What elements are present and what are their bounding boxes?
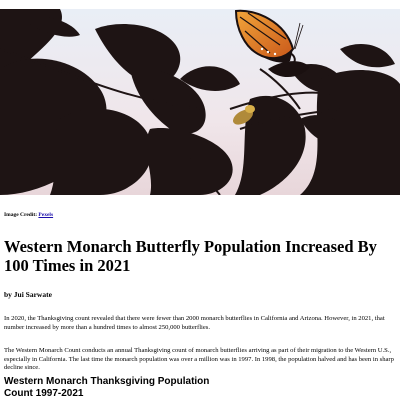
hero-image [0, 9, 400, 195]
pexels-link[interactable]: Pexels [38, 212, 53, 218]
article-paragraph-2: The Western Monarch Count conducts an an… [4, 347, 394, 372]
chart-section-title: Western Monarch Thanksgiving Population … [4, 376, 244, 400]
article-paragraph-1: In 2020, the Thanksgiving count revealed… [4, 315, 385, 331]
article-headline: Western Monarch Butterfly Population Inc… [4, 237, 377, 275]
chart-title-line-2: Count 1997-2021 [4, 388, 84, 399]
image-credit: Image Credit: Pexels [4, 212, 53, 218]
article-byline: by Jui Sarwate [4, 290, 52, 299]
image-credit-label: Image Credit: [4, 212, 39, 218]
chart-title-line-1: Western Monarch Thanksgiving Population [4, 376, 210, 387]
butterfly-photo [0, 9, 400, 195]
